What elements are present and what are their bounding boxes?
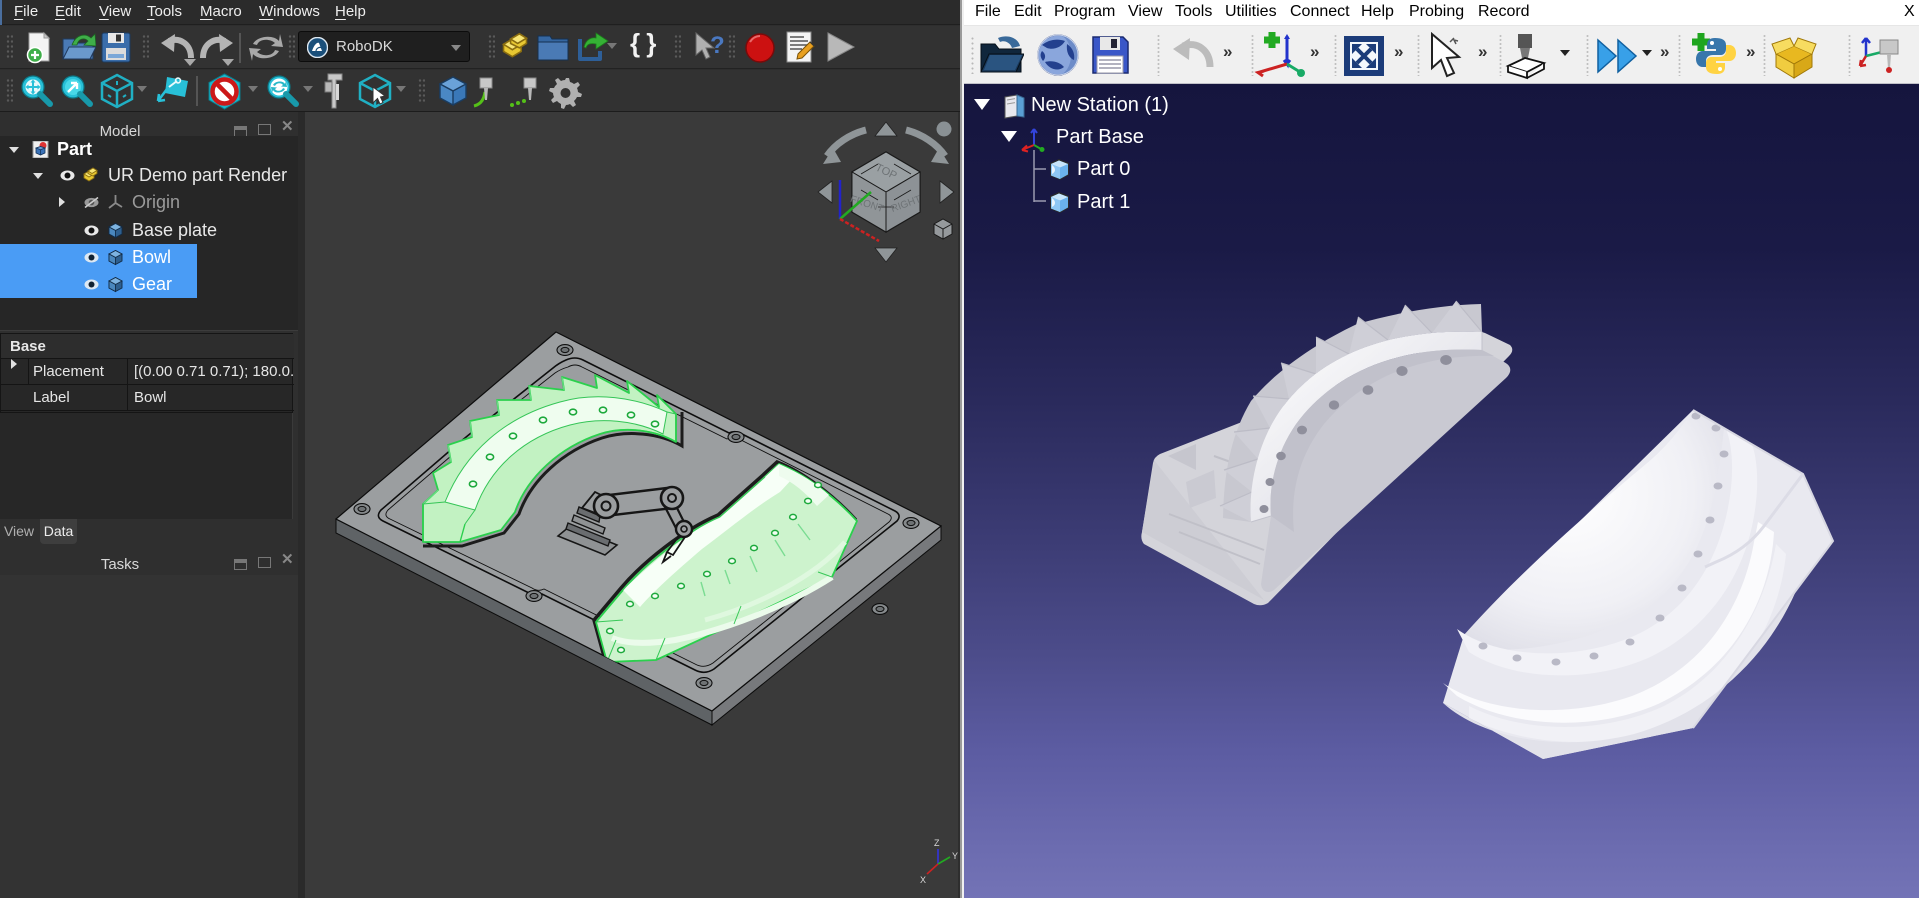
svg-text:Z: Z [934,838,940,848]
svg-text:Y: Y [952,851,958,861]
svg-text:X: X [920,875,926,885]
svg-text:?: ? [710,32,725,59]
